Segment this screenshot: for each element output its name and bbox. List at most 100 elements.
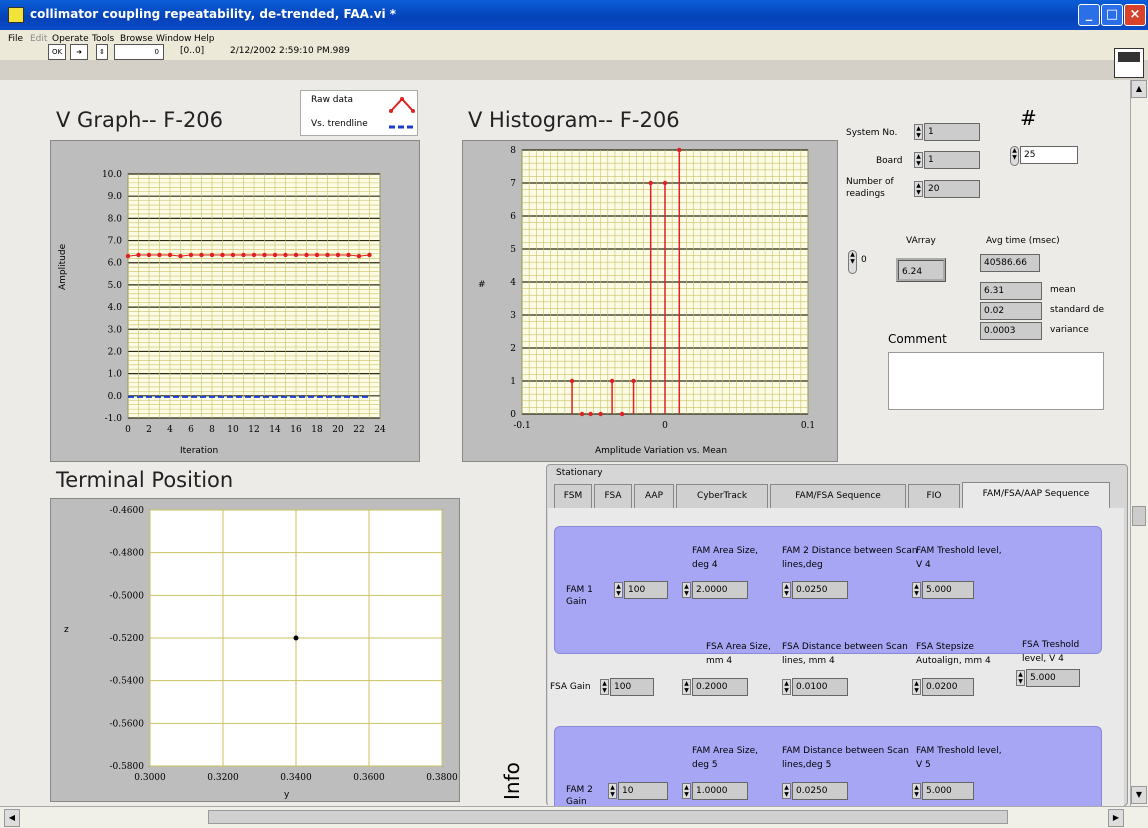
menu-browse[interactable]: Browse xyxy=(120,34,153,44)
fam2-gain-spinner[interactable]: ▲ ▼ xyxy=(608,783,617,799)
fsa-area-field[interactable]: 0.2000 xyxy=(692,678,748,696)
varray-index-field[interactable]: 0 xyxy=(858,252,884,270)
tab-aap[interactable]: AAP xyxy=(634,484,674,508)
labview-app-icon xyxy=(8,7,24,23)
system-no-field[interactable]: 1 xyxy=(924,123,980,141)
fsa-gain-field[interactable]: 100 xyxy=(610,678,654,696)
terminal-xlabel: y xyxy=(284,790,290,800)
fam2-gain-label: FAM 2 Gain xyxy=(566,785,593,806)
fsa-thr-field[interactable]: 5.000 xyxy=(1026,669,1080,687)
avgtime-label: Avg time (msec) xyxy=(986,236,1060,246)
fam2-gain-field[interactable]: 10 xyxy=(618,782,668,800)
hist-ytick: 6 xyxy=(510,212,516,222)
vgraph-ytick: -1.0 xyxy=(105,414,123,424)
fam1-gain-field[interactable]: 100 xyxy=(624,581,668,599)
terminal-xtick: 0.3600 xyxy=(353,773,385,783)
horizontal-scrollbar[interactable]: ◀ ▶ xyxy=(0,806,1148,828)
fsa-area-spinner[interactable]: ▲ ▼ xyxy=(682,679,691,695)
terminal-xtick: 0.3400 xyxy=(280,773,312,783)
menu-help[interactable]: Help xyxy=(194,34,215,44)
fam2-dist-spinner[interactable]: ▲ ▼ xyxy=(782,783,791,799)
vgraph-point xyxy=(167,252,173,258)
tab-fsm[interactable]: FSM xyxy=(554,484,592,508)
fsa-step-spinner[interactable]: ▲ ▼ xyxy=(912,679,921,695)
menu-edit[interactable]: Edit xyxy=(30,34,47,44)
vscroll-thumb[interactable] xyxy=(1132,506,1146,526)
menu-window[interactable]: Window xyxy=(156,34,192,44)
fam1-dist-field[interactable]: 0.0250 xyxy=(792,581,848,599)
run-arrow-icon[interactable]: ➜ xyxy=(70,44,88,60)
vgraph-ytick: 4.0 xyxy=(108,303,123,313)
board-spinner[interactable]: ▲ ▼ xyxy=(914,152,923,168)
menu-operate[interactable]: Operate xyxy=(52,34,89,44)
fsa-thr-spinner[interactable]: ▲ ▼ xyxy=(1016,670,1025,686)
fam1-thr-field[interactable]: 5.000 xyxy=(922,581,974,599)
system-no-spinner[interactable]: ▲ ▼ xyxy=(914,124,923,140)
tab-fio[interactable]: FIO xyxy=(908,484,960,508)
hist-xtick: 0.1 xyxy=(801,421,815,431)
vgraph-chart: 10.0 9.0 8.0 7.0 6.0 5.0 4.0 3.0 2.0 1.0 0.0 -1.00 2… xyxy=(102,170,386,435)
hist-point xyxy=(588,411,593,417)
comment-input[interactable] xyxy=(888,352,1104,410)
count-field[interactable]: 25 xyxy=(1020,146,1078,164)
scroll-down-icon[interactable]: ▼ xyxy=(1131,786,1147,804)
ok-button[interactable]: OK xyxy=(48,44,66,60)
vertical-scrollbar[interactable]: ▲ ▼ xyxy=(1130,80,1148,806)
vgraph-xtick: 24 xyxy=(374,425,386,435)
index-field[interactable]: 0 xyxy=(114,44,164,60)
maximize-button[interactable]: □ xyxy=(1101,4,1123,26)
fsa-gain-spinner[interactable]: ▲ ▼ xyxy=(600,679,609,695)
hist-point xyxy=(598,411,603,417)
vgraph-point xyxy=(220,252,225,258)
fsa-area-label: FSA Area Size, mm 4 xyxy=(706,642,771,666)
hist-point xyxy=(609,378,615,384)
fam1-thr-spinner[interactable]: ▲ ▼ xyxy=(912,582,921,598)
side-info-label: Info xyxy=(500,762,524,800)
terminal-ytick: -0.4800 xyxy=(109,549,144,559)
terminal-xtick: 0.3000 xyxy=(134,773,166,783)
hscroll-thumb[interactable] xyxy=(208,810,1008,824)
varray-index-spinner[interactable]: ▲ ▼ xyxy=(848,250,857,274)
board-field[interactable]: 1 xyxy=(924,151,980,169)
terminal-point xyxy=(293,635,299,641)
vgraph-xtick: 20 xyxy=(332,425,344,435)
comment-label: Comment xyxy=(888,332,947,346)
scroll-right-icon[interactable]: ▶ xyxy=(1108,809,1124,827)
menu-tools[interactable]: Tools xyxy=(92,34,114,44)
count-spinner[interactable]: ▲ ▼ xyxy=(1010,146,1019,166)
fam1-area-field[interactable]: 2.0000 xyxy=(692,581,748,599)
fam2-area-field[interactable]: 1.0000 xyxy=(692,782,748,800)
scroll-left-icon[interactable]: ◀ xyxy=(4,809,20,827)
hist-ytick: 3 xyxy=(510,311,516,321)
readings-spinner[interactable]: ▲ ▼ xyxy=(914,181,923,197)
fam2-dist-field[interactable]: 0.0250 xyxy=(792,782,848,800)
terminal-ylabel: z xyxy=(64,625,69,635)
minimize-button[interactable]: _ xyxy=(1078,4,1100,26)
vgraph-xtick: 14 xyxy=(269,425,281,435)
hist-point xyxy=(569,378,575,384)
fam2-thr-spinner[interactable]: ▲ ▼ xyxy=(912,783,921,799)
fam1-dist-spinner[interactable]: ▲ ▼ xyxy=(782,582,791,598)
hist-point xyxy=(579,411,585,417)
tab-fsa[interactable]: FSA xyxy=(594,484,632,508)
fsa-dist-spinner[interactable]: ▲ ▼ xyxy=(782,679,791,695)
vgraph-ytick: 9.0 xyxy=(108,192,123,202)
index-spinner-icon[interactable]: ⇕ xyxy=(96,44,108,60)
fam1-gain-spinner[interactable]: ▲ ▼ xyxy=(614,582,623,598)
readings-field[interactable]: 20 xyxy=(924,180,980,198)
fam2-thr-field[interactable]: 5.000 xyxy=(922,782,974,800)
menu-file[interactable]: File xyxy=(8,34,23,44)
tab-fam-fsa-aap-sequence[interactable]: FAM/FSA/AAP Sequence xyxy=(962,482,1110,508)
scroll-up-icon[interactable]: ▲ xyxy=(1131,80,1147,98)
fam1-area-spinner[interactable]: ▲ ▼ xyxy=(682,582,691,598)
tab-cybertrack[interactable]: CyberTrack xyxy=(676,484,768,508)
hist-ytick: 5 xyxy=(510,245,516,255)
fsa-step-field[interactable]: 0.0200 xyxy=(922,678,974,696)
vgraph-point xyxy=(136,252,141,258)
fsa-dist-field[interactable]: 0.0100 xyxy=(792,678,848,696)
variance-field: 0.0003 xyxy=(980,322,1042,340)
tab-fam-fsa-sequence[interactable]: FAM/FSA Sequence xyxy=(770,484,906,508)
vgraph-ytick: 0.0 xyxy=(108,392,123,402)
close-button[interactable]: × xyxy=(1124,4,1146,26)
fam2-area-spinner[interactable]: ▲ ▼ xyxy=(682,783,691,799)
